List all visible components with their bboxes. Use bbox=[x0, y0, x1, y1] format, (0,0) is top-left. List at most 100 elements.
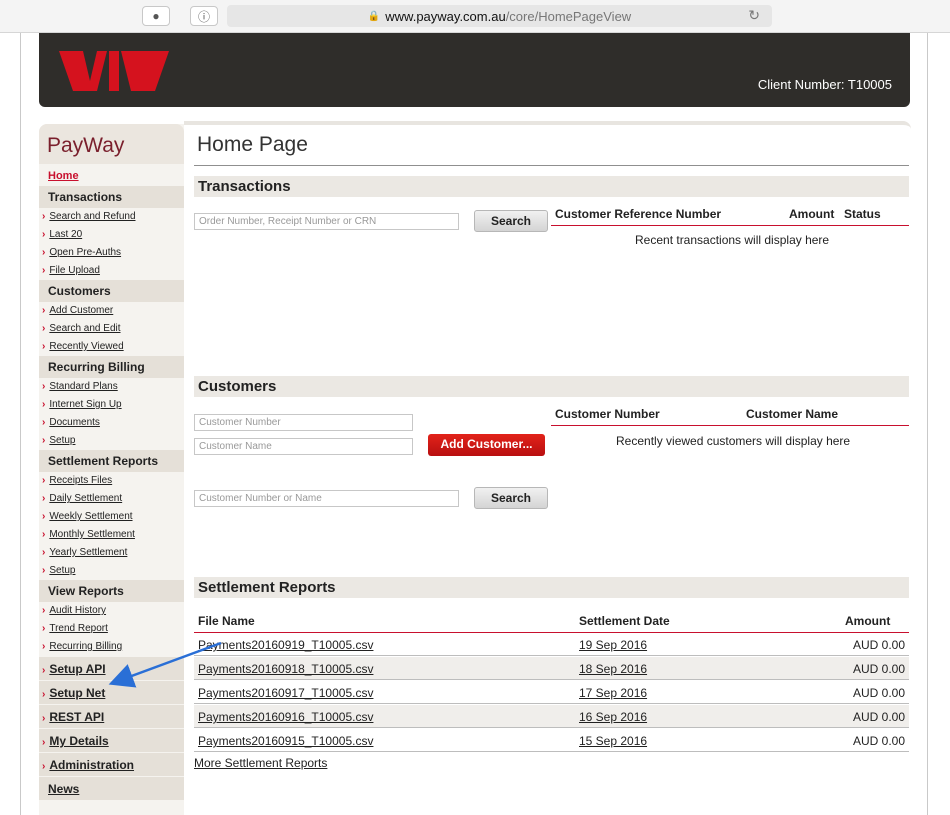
transaction-search-button[interactable]: Search bbox=[474, 210, 548, 232]
chevron-right-icon: › bbox=[42, 475, 46, 486]
sidebar-item-label: Add Customer bbox=[49, 305, 114, 316]
settlement-date-link[interactable]: 19 Sep 2016 bbox=[579, 638, 647, 652]
table-row: Payments20160919_T10005.csv 19 Sep 2016 AU… bbox=[194, 633, 909, 656]
customer-number-input[interactable]: Customer Number bbox=[194, 414, 413, 431]
sidebar-item-label: Internet Sign Up bbox=[49, 399, 122, 410]
chevron-right-icon: › bbox=[42, 511, 46, 522]
sidebar-item-label: Weekly Settlement bbox=[49, 511, 133, 522]
info-icon[interactable]: ⓘ bbox=[190, 6, 218, 26]
settlement-amount: AUD 0.00 bbox=[852, 638, 905, 652]
sidebar-item[interactable]: › Recently Viewed bbox=[39, 338, 184, 356]
sidebar-item[interactable]: › Audit History bbox=[39, 602, 184, 620]
sidebar-item[interactable]: › File Upload bbox=[39, 262, 184, 280]
page-edge-right bbox=[927, 33, 928, 815]
sidebar-item[interactable]: › Recurring Billing bbox=[39, 638, 184, 656]
shield-icon[interactable]: ● bbox=[142, 6, 170, 26]
sidebar-item[interactable]: › Add Customer bbox=[39, 302, 184, 320]
sidebar-section-heading: Settlement Reports bbox=[39, 450, 184, 472]
sidebar-item-label: Daily Settlement bbox=[49, 493, 123, 504]
sidebar-big-item[interactable]: › Setup Net bbox=[39, 680, 184, 704]
reload-icon[interactable]: ↻ bbox=[748, 7, 760, 24]
more-settlement-reports-link[interactable]: More Settlement Reports bbox=[194, 756, 327, 770]
sidebar-big-item[interactable]: › Setup API bbox=[39, 656, 184, 680]
transaction-search-input[interactable]: Order Number, Receipt Number or CRN bbox=[194, 213, 459, 230]
col-settlement-amount: Amount bbox=[845, 614, 891, 628]
chevron-right-icon: › bbox=[42, 689, 46, 700]
browser-toolbar: ● ⓘ 🔒 www.payway.com.au/core/HomePageVie… bbox=[0, 0, 950, 33]
sidebar-item[interactable]: › Receipts Files bbox=[39, 472, 184, 490]
sidebar-big-item-label: Setup API bbox=[49, 662, 106, 676]
westpac-logo[interactable] bbox=[59, 51, 169, 96]
settlement-reports-heading: Settlement Reports bbox=[194, 577, 909, 598]
col-status: Status bbox=[844, 207, 881, 221]
sidebar-item-home[interactable]: Home bbox=[39, 164, 184, 186]
sidebar-item[interactable]: › Trend Report bbox=[39, 620, 184, 638]
sidebar-item[interactable]: › Documents bbox=[39, 414, 184, 432]
settlement-file-link[interactable]: Payments20160919_T10005.csv bbox=[198, 638, 373, 652]
col-file-name: File Name bbox=[198, 614, 255, 628]
col-customer-number: Customer Number bbox=[555, 407, 660, 421]
chevron-right-icon: › bbox=[42, 417, 46, 428]
sidebar-nav: PayWay Home Transactions › Search and Refu… bbox=[39, 124, 184, 815]
settlement-date-link[interactable]: 15 Sep 2016 bbox=[579, 734, 647, 748]
customer-name-input[interactable]: Customer Name bbox=[194, 438, 413, 455]
settlement-amount: AUD 0.00 bbox=[852, 662, 905, 676]
table-row: Payments20160917_T10005.csv 17 Sep 2016 AU… bbox=[194, 681, 909, 704]
sidebar-item-label: Trend Report bbox=[49, 623, 108, 634]
sidebar-big-item-label: Setup Net bbox=[49, 686, 106, 700]
sidebar-item-label: Receipts Files bbox=[49, 475, 113, 486]
sidebar-item-label: Open Pre-Auths bbox=[49, 247, 122, 258]
col-customer-name: Customer Name bbox=[746, 407, 839, 421]
transactions-heading: Transactions bbox=[194, 176, 909, 197]
address-bar[interactable]: 🔒 www.payway.com.au/core/HomePageView ↻ bbox=[227, 5, 772, 27]
customers-table-rule bbox=[551, 425, 909, 426]
settlement-date-link[interactable]: 18 Sep 2016 bbox=[579, 662, 647, 676]
page-title: Home Page bbox=[197, 133, 308, 156]
settlement-file-link[interactable]: Payments20160918_T10005.csv bbox=[198, 662, 373, 676]
sidebar-big-item[interactable]: › REST API bbox=[39, 704, 184, 728]
col-settlement-date: Settlement Date bbox=[579, 614, 670, 628]
sidebar-item[interactable]: › Daily Settlement bbox=[39, 490, 184, 508]
customer-search-button[interactable]: Search bbox=[474, 487, 548, 509]
settlement-date-link[interactable]: 17 Sep 2016 bbox=[579, 686, 647, 700]
title-divider bbox=[194, 165, 909, 166]
sidebar-item-label: Setup bbox=[49, 435, 76, 446]
sidebar-item[interactable]: › Setup bbox=[39, 432, 184, 450]
col-customer-reference-number: Customer Reference Number bbox=[555, 207, 722, 221]
chevron-right-icon: › bbox=[42, 435, 46, 446]
sidebar-item[interactable]: › Search and Edit bbox=[39, 320, 184, 338]
settlement-file-link[interactable]: Payments20160915_T10005.csv bbox=[198, 734, 373, 748]
sidebar-item[interactable]: › Yearly Settlement bbox=[39, 544, 184, 562]
table-row: Payments20160918_T10005.csv 18 Sep 2016 AU… bbox=[194, 657, 909, 680]
customer-search-input[interactable]: Customer Number or Name bbox=[194, 490, 459, 507]
chevron-right-icon: › bbox=[42, 381, 46, 392]
sidebar-item[interactable]: › Last 20 bbox=[39, 226, 184, 244]
transactions-table-rule bbox=[551, 225, 909, 226]
sidebar-item[interactable]: › Open Pre-Auths bbox=[39, 244, 184, 262]
sidebar-item[interactable]: › Weekly Settlement bbox=[39, 508, 184, 526]
chevron-right-icon: › bbox=[42, 547, 46, 558]
sidebar-item[interactable]: › Monthly Settlement bbox=[39, 526, 184, 544]
add-customer-button[interactable]: Add Customer... bbox=[428, 434, 545, 456]
settlement-file-link[interactable]: Payments20160917_T10005.csv bbox=[198, 686, 373, 700]
sidebar-item-label: Yearly Settlement bbox=[49, 547, 128, 558]
chevron-right-icon: › bbox=[42, 737, 46, 748]
chevron-right-icon: › bbox=[42, 565, 46, 576]
sidebar-item[interactable]: › Standard Plans bbox=[39, 378, 184, 396]
sidebar-item[interactable]: › Internet Sign Up bbox=[39, 396, 184, 414]
sidebar-item-label: Search and Refund bbox=[49, 211, 136, 222]
settlement-amount: AUD 0.00 bbox=[852, 710, 905, 724]
sidebar-item-news[interactable]: News bbox=[39, 776, 184, 800]
sidebar-item-label: Audit History bbox=[49, 605, 107, 616]
sidebar-item[interactable]: › Setup bbox=[39, 562, 184, 580]
chevron-right-icon: › bbox=[42, 713, 46, 724]
chevron-right-icon: › bbox=[42, 399, 46, 410]
sidebar-big-item[interactable]: › My Details bbox=[39, 728, 184, 752]
settlement-file-link[interactable]: Payments20160916_T10005.csv bbox=[198, 710, 373, 724]
table-row: Payments20160916_T10005.csv 16 Sep 2016 AU… bbox=[194, 705, 909, 728]
sidebar-item[interactable]: › Search and Refund bbox=[39, 208, 184, 226]
chevron-right-icon: › bbox=[42, 265, 46, 276]
site-header: Client Number: T10005 bbox=[39, 33, 910, 107]
settlement-date-link[interactable]: 16 Sep 2016 bbox=[579, 710, 647, 724]
sidebar-big-item[interactable]: › Administration bbox=[39, 752, 184, 776]
